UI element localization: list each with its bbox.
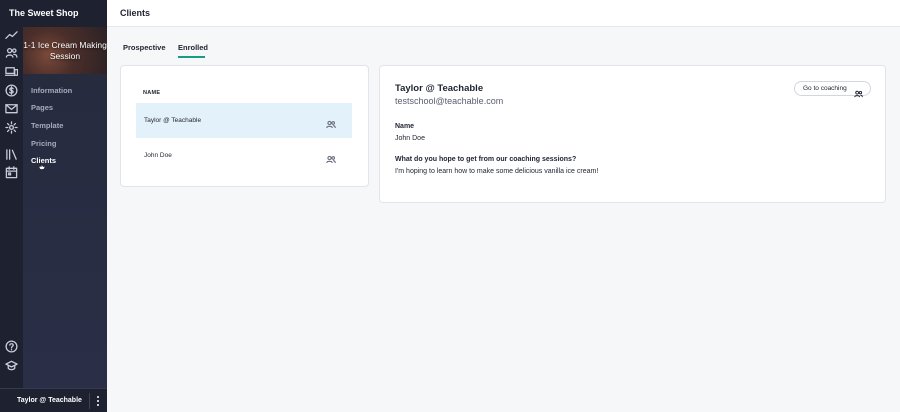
library-icon[interactable] (5, 148, 18, 161)
course-card[interactable]: 1-1 Ice Cream Making Session (23, 27, 107, 74)
field-label-name: Name (395, 123, 415, 130)
client-detail-name: Taylor @ Teachable (395, 83, 484, 94)
field-label-coaching-goal: What do you hope to get from our coachin… (395, 156, 577, 163)
divider (89, 393, 90, 409)
help-icon[interactable] (5, 340, 18, 353)
users-icon (854, 85, 863, 98)
page-title: Clients (120, 8, 151, 18)
gear-icon[interactable] (5, 121, 18, 134)
course-sidebar: 1-1 Ice Cream Making Session Information… (23, 0, 107, 412)
school-name: The Sweet Shop (9, 8, 79, 18)
column-header-name: NAME (143, 90, 161, 96)
users-icon[interactable] (5, 46, 18, 59)
calendar-icon[interactable] (5, 166, 18, 179)
sidebar-item-template[interactable]: Template (31, 121, 63, 130)
client-list-card: NAME Taylor @ Teachable John Doe (120, 65, 369, 187)
sidebar-item-pricing[interactable]: Pricing (31, 139, 56, 148)
more-vertical-icon[interactable] (95, 395, 101, 407)
tab-prospective[interactable]: Prospective (123, 43, 166, 52)
client-detail-card: Taylor @ Teachable testschool@teachable.… (379, 65, 886, 203)
user-bar[interactable]: Taylor @ Teachable (0, 388, 107, 412)
field-value-coaching-goal: I'm hoping to learn how to make some del… (395, 168, 599, 175)
client-name: Taylor @ Teachable (144, 117, 202, 124)
mail-icon[interactable] (5, 102, 18, 115)
users-icon (326, 116, 336, 129)
user-name: Taylor @ Teachable (17, 397, 82, 404)
devices-icon[interactable] (4, 65, 19, 78)
client-row[interactable]: John Doe (136, 138, 352, 173)
school-brand[interactable]: The Sweet Shop (0, 0, 107, 27)
client-name: John Doe (144, 152, 172, 159)
course-title: 1-1 Ice Cream Making Session (23, 40, 107, 61)
sidebar-item-pages[interactable]: Pages (31, 103, 53, 112)
go-to-coaching-label: Go to coaching (803, 85, 847, 92)
users-icon (326, 151, 336, 164)
top-header: Clients (107, 0, 900, 27)
hand-cursor-icon (38, 161, 46, 170)
client-row[interactable]: Taylor @ Teachable (136, 103, 352, 138)
field-value-name: John Doe (395, 135, 425, 142)
client-detail-email: testschool@teachable.com (395, 96, 504, 106)
go-to-coaching-button[interactable]: Go to coaching (794, 81, 871, 98)
icon-rail (0, 0, 23, 412)
tab-enrolled[interactable]: Enrolled (178, 43, 208, 52)
graduation-cap-icon[interactable] (5, 359, 18, 372)
active-tab-indicator (178, 56, 205, 58)
dollar-icon[interactable] (5, 84, 18, 97)
trend-icon[interactable] (5, 29, 18, 42)
sidebar-item-information[interactable]: Information (31, 86, 72, 95)
